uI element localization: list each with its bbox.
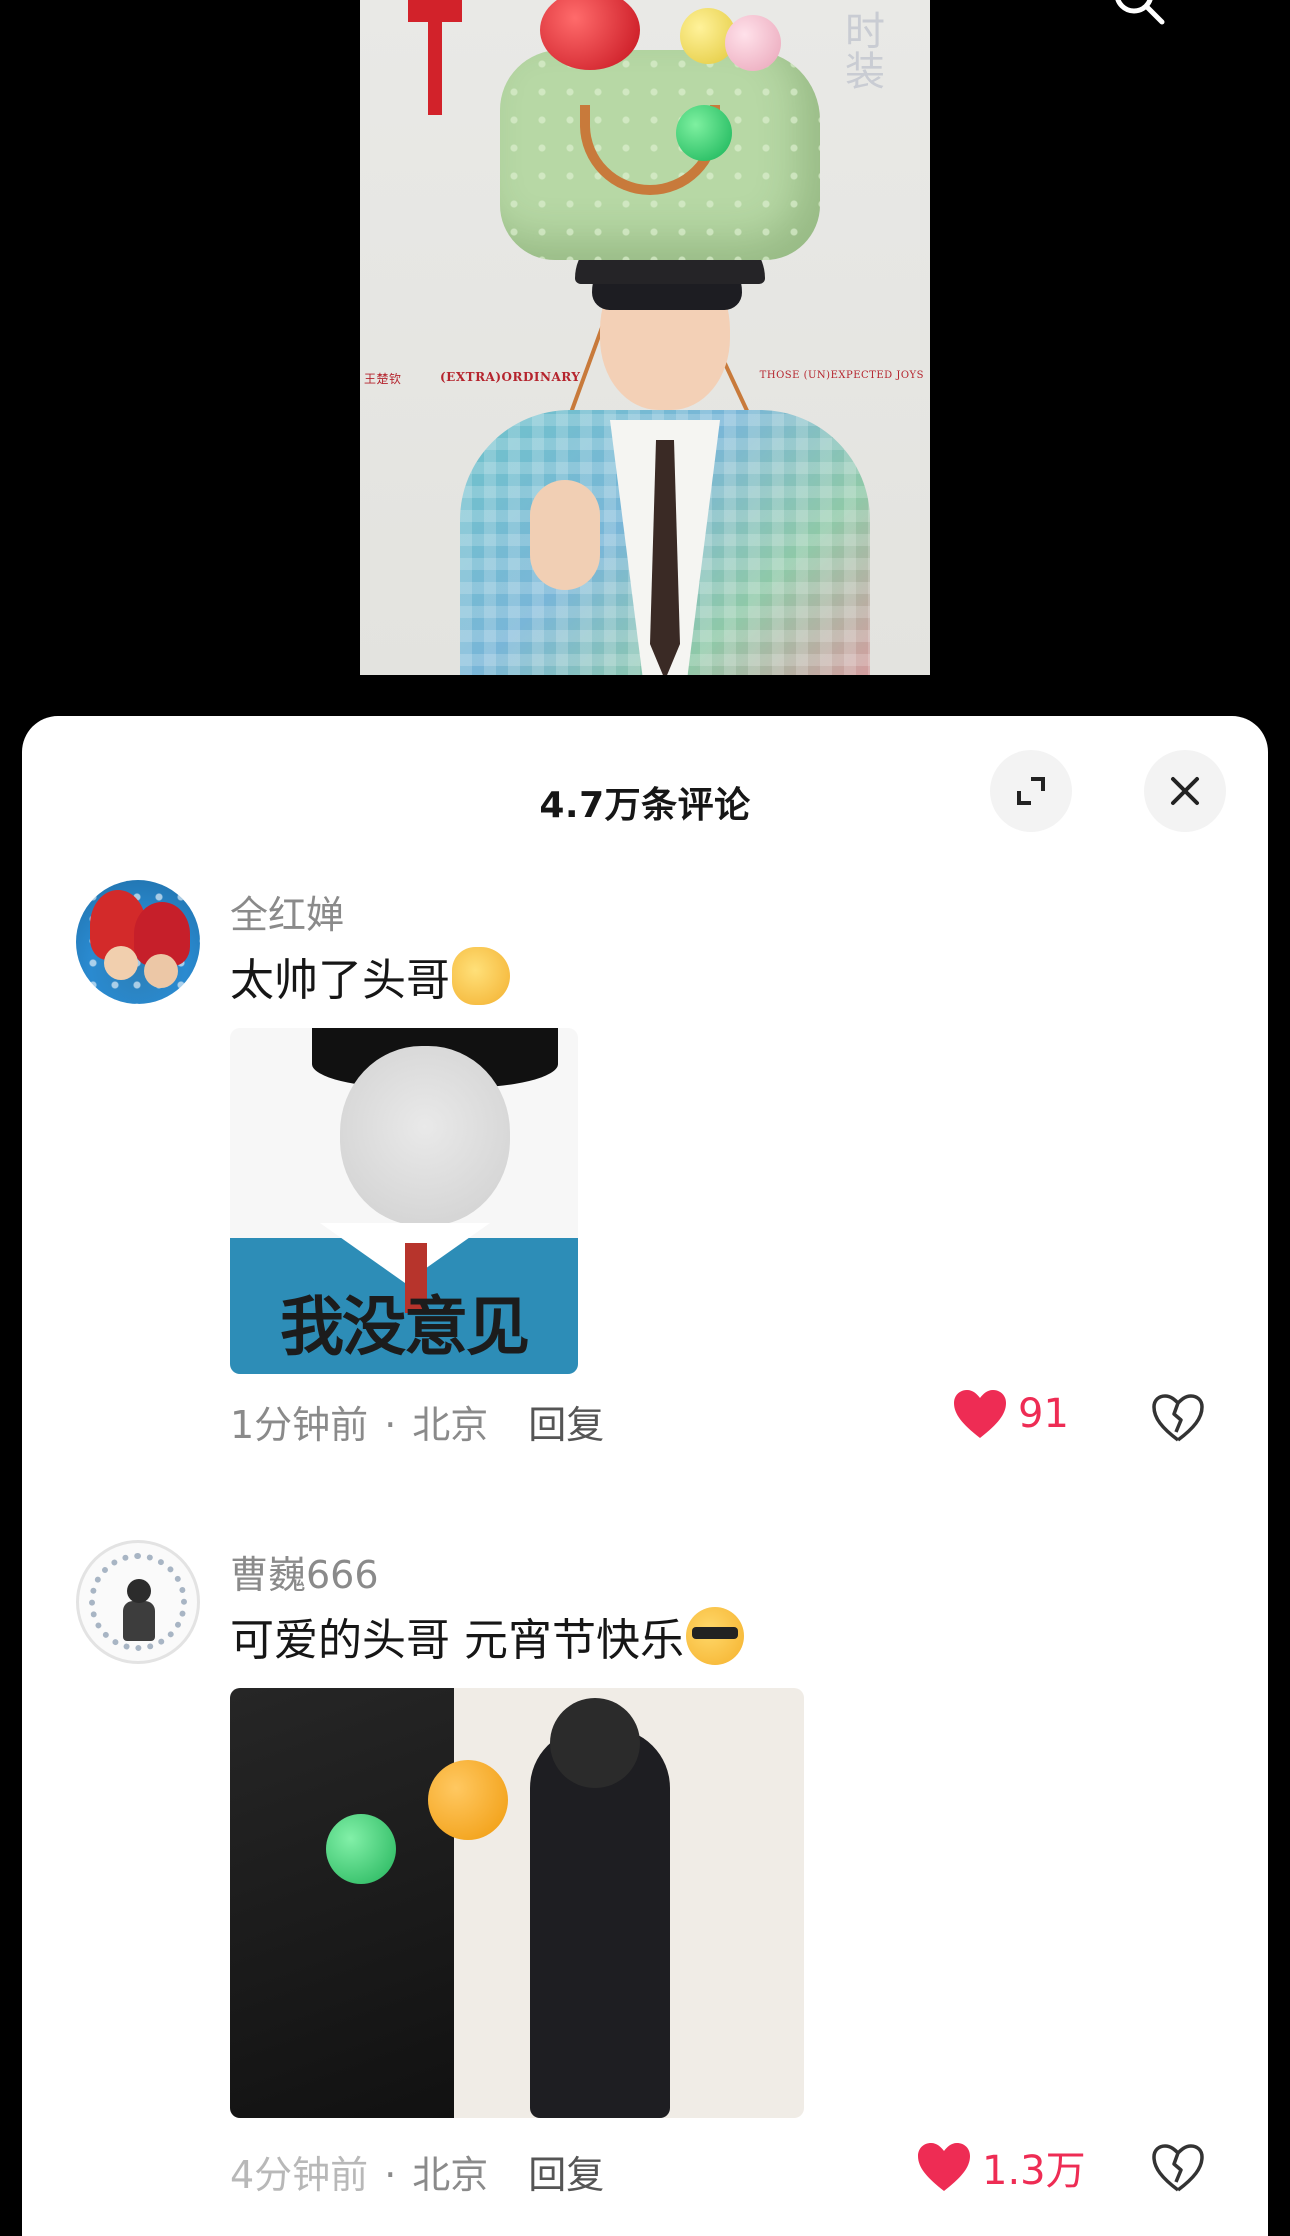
cover-name-text: 王楚钦 [364,372,402,386]
comments-sheet: 4.7万条评论 全红婵 太帅了头哥 我没意见 1分钟前 · 北京 回复 91 曹… [22,716,1268,2236]
cover-tagline-text: THOSE (UN)EXPECTED JOYS [759,370,924,381]
comment-text: 太帅了头哥 [230,944,510,1008]
like-button[interactable]: 1.3万 [916,2138,1086,2196]
heart-filled-icon [954,1390,1006,1438]
comment-username[interactable]: 全红婵 [230,884,344,939]
close-icon [1171,777,1199,805]
magazine-logo-mark [408,0,462,115]
comment-sticker-image[interactable]: 我没意见 [230,1028,578,1374]
cover-headline-text: (EXTRA)ORDINARY [440,370,581,384]
search-icon[interactable] [1110,0,1170,30]
avatar[interactable] [76,880,200,1004]
like-button[interactable]: 91 [952,1388,1069,1440]
cover-side-text: 时装 [838,10,884,90]
like-count: 1.3万 [982,2148,1086,2194]
magazine-cover-image: 时装 王楚钦 (EXTRA)ORDINARY THOSE (UN)EXPECTE… [360,0,930,675]
expand-button[interactable] [990,750,1072,832]
like-count: 91 [1018,1391,1069,1437]
comment-location: 北京 [412,2153,489,2197]
comment-time: 4分钟前 [230,2153,369,2197]
comment-text: 可爱的头哥 元宵节快乐 [230,1604,744,1668]
expand-icon [1017,777,1045,805]
reply-button[interactable]: 回复 [528,1403,604,1447]
comments-count-title: 4.7万条评论 [539,785,751,826]
comment-meta: 1分钟前 · 北京 回复 [230,1403,605,1447]
close-button[interactable] [1144,750,1226,832]
green-ball [676,105,732,161]
comment-username[interactable]: 曹巍666 [230,1544,379,1599]
reply-button[interactable]: 回复 [528,2153,604,2197]
comment-time: 1分钟前 [230,1403,369,1447]
cool-sunglasses-emoji-icon [686,1607,744,1665]
avatar[interactable] [76,1540,200,1664]
bag-on-head [500,50,820,260]
comment-location: 北京 [412,1403,489,1447]
heart-filled-icon [918,2143,970,2191]
pink-ball [725,15,781,71]
comment-meta: 4分钟前 · 北京 回复 [230,2153,605,2197]
sticker-caption: 我没意见 [280,1291,530,1365]
video-area[interactable]: 时装 王楚钦 (EXTRA)ORDINARY THOSE (UN)EXPECTE… [0,0,1290,720]
clapping-hands-icon [452,947,510,1005]
comment-photo-image[interactable] [230,1688,804,2118]
broken-heart-icon[interactable] [1150,1392,1206,1444]
broken-heart-icon[interactable] [1150,2142,1206,2194]
